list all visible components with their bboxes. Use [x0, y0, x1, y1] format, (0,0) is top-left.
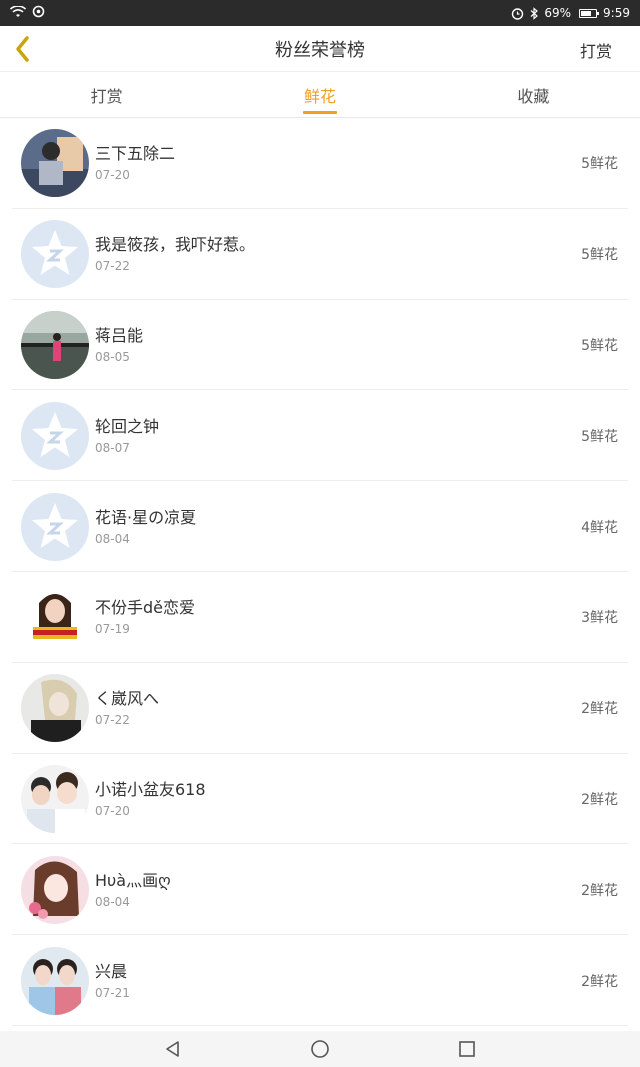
- list-item[interactable]: 小诺小盆友618 07-20 2鲜花: [0, 754, 640, 845]
- user-name: 三下五除二: [95, 144, 176, 164]
- item-info: 蒋吕能 08-05: [95, 326, 143, 364]
- nav-home-button[interactable]: [306, 1035, 334, 1063]
- flower-count: 2鲜花: [581, 973, 618, 990]
- battery-percent: 69%: [544, 6, 572, 20]
- default-star-avatar: [21, 401, 89, 470]
- flower-count: 2鲜花: [581, 791, 618, 808]
- item-date: 07-20: [95, 803, 130, 818]
- item-date: 07-22: [95, 259, 130, 274]
- avatar: [21, 674, 89, 743]
- item-date: 08-04: [95, 531, 130, 546]
- square-recents-icon: [458, 1041, 475, 1057]
- item-info: 我是筱孩，我吓好惹。 07-22: [95, 235, 255, 273]
- reward-button[interactable]: 打赏: [580, 38, 612, 62]
- flower-count: 2鲜花: [581, 701, 618, 718]
- flower-count: 4鲜花: [581, 519, 618, 536]
- list-item[interactable]: 花语·星の凉夏 08-04 4鲜花: [0, 481, 640, 572]
- item-date: 07-21: [95, 985, 130, 1000]
- item-info: 轮回之钟 08-07: [95, 417, 159, 455]
- fan-ranking-list: 三下五除二 07-20 5鲜花 我是筱孩，我吓好惹。 07-22 5鲜花 蒋吕能…: [0, 118, 640, 1031]
- flower-count: 5鲜花: [581, 156, 618, 173]
- list-item[interactable]: 我是筱孩，我吓好惹。 07-22 5鲜花: [0, 209, 640, 300]
- tab-reward[interactable]: 打赏: [0, 72, 213, 117]
- item-info: 小诺小盆友618 07-20: [95, 780, 206, 818]
- list-item[interactable]: 不份手dě恋爱 07-19 3鲜花: [0, 572, 640, 663]
- default-star-avatar: [21, 492, 89, 561]
- user-name: Hυà灬画ღ: [95, 870, 171, 890]
- user-name: 我是筱孩，我吓好惹。: [95, 235, 256, 255]
- user-name: 花语·星の凉夏: [95, 507, 197, 527]
- item-info: 兴晨 07-21: [95, 962, 130, 1000]
- item-date: 07-20: [95, 168, 130, 183]
- user-name: 小诺小盆友618: [95, 779, 206, 799]
- triangle-back-icon: [166, 1041, 180, 1057]
- flower-count: 3鲜花: [581, 610, 618, 627]
- bluetooth-icon: [530, 6, 539, 20]
- user-name: 蒋吕能: [95, 325, 144, 345]
- avatar: [21, 764, 89, 833]
- tab-flowers[interactable]: 鲜花: [213, 72, 426, 117]
- flower-count: 5鲜花: [581, 247, 618, 264]
- user-name: 轮回之钟: [95, 416, 160, 436]
- wifi-icon: [9, 4, 27, 21]
- user-name: く崴风へ: [95, 689, 160, 709]
- item-date: 08-04: [95, 894, 130, 909]
- back-button[interactable]: [10, 34, 36, 64]
- sync-icon: [32, 5, 45, 21]
- item-info: く崴风へ 07-22: [95, 689, 159, 727]
- avatar: [21, 946, 89, 1015]
- list-item[interactable]: 蒋吕能 08-05 5鲜花: [0, 300, 640, 391]
- tab-bar: 打赏 鲜花 收藏: [0, 72, 640, 118]
- flower-count: 5鲜花: [581, 337, 618, 354]
- item-info: 不份手dě恋爱 07-19: [95, 598, 195, 636]
- avatar: [21, 583, 89, 652]
- nav-back-button[interactable]: [159, 1035, 187, 1063]
- default-star-avatar: [21, 220, 89, 289]
- list-item[interactable]: 兴晨 07-21 2鲜花: [0, 935, 640, 1026]
- circle-home-icon: [311, 1040, 329, 1058]
- item-info: 花语·星の凉夏 08-04: [95, 508, 196, 546]
- page-title: 粉丝荣誉榜: [275, 39, 365, 61]
- flower-count: 5鲜花: [581, 428, 618, 445]
- flower-count: 2鲜花: [581, 882, 618, 899]
- item-date: 07-19: [95, 622, 130, 637]
- item-date: 08-05: [95, 349, 130, 364]
- system-nav-bar: [0, 1031, 640, 1067]
- chevron-left-icon: [16, 36, 29, 62]
- status-left: [9, 4, 45, 21]
- avatar: [21, 129, 89, 198]
- user-name: 不份手dě恋爱: [95, 598, 196, 618]
- item-info: 三下五除二 07-20: [95, 144, 175, 182]
- list-item[interactable]: 轮回之钟 08-07 5鲜花: [0, 390, 640, 481]
- list-item[interactable]: く崴风へ 07-22 2鲜花: [0, 663, 640, 754]
- status-bar: 69% 9:59: [0, 0, 640, 26]
- list-item[interactable]: 三下五除二 07-20 5鲜花: [0, 118, 640, 209]
- avatar: [21, 855, 89, 924]
- alarm-icon: [511, 7, 524, 20]
- user-name: 兴晨: [95, 961, 128, 981]
- app-header: 粉丝荣誉榜 打赏: [0, 26, 640, 72]
- item-date: 07-22: [95, 713, 130, 728]
- status-right: 69% 9:59: [511, 6, 630, 20]
- battery-icon: [577, 8, 600, 18]
- item-date: 08-07: [95, 440, 130, 455]
- item-info: Hυà灬画ღ 08-04: [95, 871, 171, 909]
- nav-recents-button[interactable]: [453, 1035, 481, 1063]
- clock: 9:59: [603, 6, 630, 20]
- tab-favorites[interactable]: 收藏: [427, 72, 640, 117]
- avatar: [21, 310, 89, 379]
- list-item[interactable]: Hυà灬画ღ 08-04 2鲜花: [0, 844, 640, 935]
